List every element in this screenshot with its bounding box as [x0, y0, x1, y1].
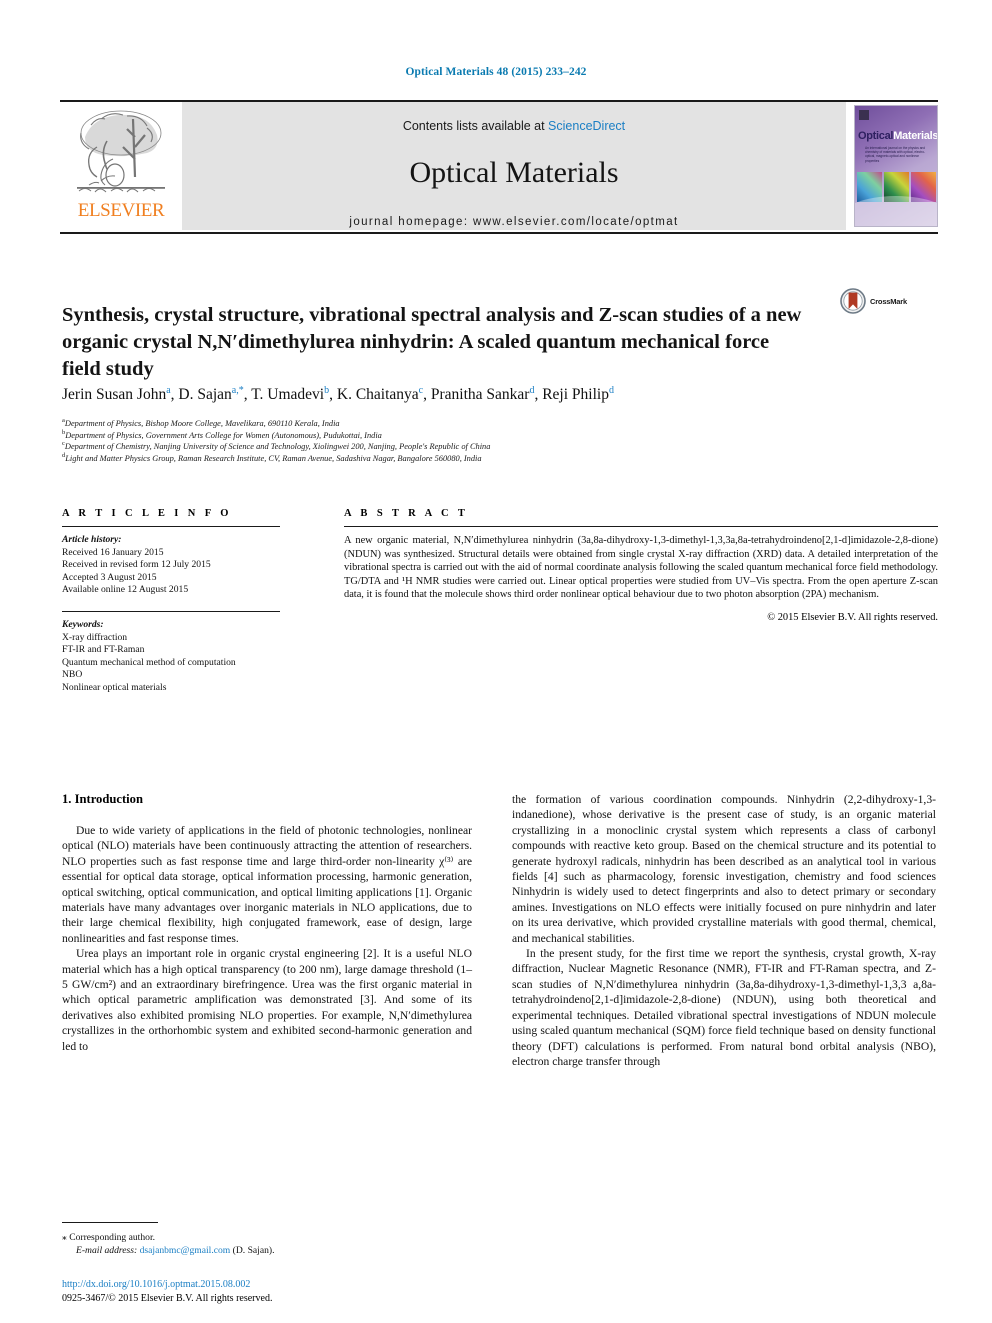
sciencedirect-link[interactable]: ScienceDirect — [548, 119, 625, 133]
body-column-right: the formation of various coordination co… — [512, 792, 936, 1069]
author-affil-mark: d — [529, 384, 535, 396]
elsevier-logo: ELSEVIER — [60, 102, 182, 230]
issn-copyright-line: 0925-3467/© 2015 Elsevier B.V. All right… — [62, 1292, 273, 1304]
author-affil-mark: d — [608, 384, 614, 396]
crossmark-icon — [840, 288, 866, 314]
keyword-item: X-ray diffraction — [62, 631, 128, 643]
keywords-block: Keywords: X-ray diffraction FT-IR and FT… — [62, 619, 280, 695]
history-item: Received in revised form 12 July 2015 — [62, 559, 211, 571]
author-item: Jerin Susan Johna — [62, 384, 171, 403]
crossmark-label: CrossMark — [870, 296, 907, 306]
keywords-label: Keywords: — [62, 618, 104, 630]
journal-cover-thumbnail[interactable]: OpticalMaterials An international journa… — [854, 105, 938, 227]
author-affil-mark: c — [418, 384, 424, 396]
author-item: Reji Philipd — [542, 384, 614, 403]
author-name: Reji Philip — [542, 386, 609, 403]
journal-masthead: ELSEVIER Contents lists available at Sci… — [60, 100, 938, 234]
email-suffix: (D. Sajan). — [232, 1245, 275, 1256]
elsevier-tree-icon — [77, 110, 165, 193]
divider — [62, 1222, 158, 1223]
elsevier-wordmark: ELSEVIER — [77, 200, 165, 221]
journal-homepage[interactable]: journal homepage: www.elsevier.com/locat… — [182, 216, 846, 228]
author-affil-mark: a — [166, 384, 171, 396]
affiliation-item: dLight and Matter Physics Group, Raman R… — [62, 452, 932, 465]
cover-subtitle: An international journal on the physics … — [865, 146, 926, 163]
affiliation-item: cDepartment of Chemistry, Nanjing Univer… — [62, 441, 932, 453]
history-item: Available online 12 August 2015 — [62, 584, 189, 596]
email-label: E-mail address: — [76, 1245, 138, 1256]
article-info-block: A R T I C L E I N F O Article history: R… — [62, 508, 280, 695]
doi-link[interactable]: http://dx.doi.org/10.1016/j.optmat.2015.… — [62, 1279, 250, 1290]
abstract-text: A new organic material, N,N′dimethylurea… — [344, 535, 938, 601]
paper-page: Optical Materials 48 (2015) 233–242 ELSE… — [0, 0, 992, 1323]
author-item: D. Sajana,* — [178, 385, 244, 403]
article-history: Article history: Received 16 January 201… — [62, 534, 280, 597]
author-affil-mark[interactable]: a,* — [232, 385, 244, 396]
affiliation-text: Department of Chemistry, Nanjing Univers… — [64, 442, 491, 452]
footnote-email-line: E-mail address: dsajanbmc@gmail.com (D. … — [62, 1244, 472, 1257]
page-title: Synthesis, crystal structure, vibrationa… — [62, 303, 802, 380]
paragraph: In the present study, for the first time… — [512, 947, 936, 1068]
journal-title: Optical Materials — [409, 156, 619, 189]
paragraph: Urea plays an important role in organic … — [62, 947, 472, 1053]
affiliation-text: Department of Physics, Government Arts C… — [65, 430, 382, 440]
corresponding-text: Corresponding author. — [69, 1232, 156, 1243]
cover-barcode-icon — [859, 110, 869, 120]
keyword-item: FT-IR and FT-Raman — [62, 644, 145, 656]
history-item: Accepted 3 August 2015 — [62, 571, 157, 583]
affiliation-item: aDepartment of Physics, Bishop Moore Col… — [62, 417, 932, 430]
author-item: Pranitha Sankard — [430, 384, 535, 403]
article-info-heading: A R T I C L E I N F O — [62, 508, 232, 519]
affiliation-list: aDepartment of Physics, Bishop Moore Col… — [62, 417, 932, 465]
paragraph: the formation of various coordination co… — [512, 793, 936, 945]
email-link[interactable]: dsajanbmc@gmail.com — [140, 1245, 231, 1256]
section-heading-introduction: 1. Introduction — [62, 792, 143, 806]
contents-line: Contents lists available at ScienceDirec… — [182, 102, 846, 133]
page-footer: http://dx.doi.org/10.1016/j.optmat.2015.… — [62, 1278, 272, 1305]
author-affil-mark: b — [324, 384, 330, 396]
paragraph: Due to wide variety of applications in t… — [62, 824, 472, 945]
affiliation-item: bDepartment of Physics, Government Arts … — [62, 429, 932, 442]
author-name: Jerin Susan John — [62, 386, 167, 403]
article-history-label: Article history: — [62, 534, 122, 545]
author-name: T. Umadevi — [251, 386, 325, 403]
contents-prefix: Contents lists available at — [402, 119, 549, 133]
crossmark-badge[interactable]: CrossMark — [840, 288, 907, 314]
abstract-heading: A B S T R A C T — [344, 508, 469, 519]
author-item: T. Umadevib — [251, 384, 330, 403]
cover-title-part1: Optical — [858, 130, 894, 142]
divider — [62, 610, 280, 612]
divider — [62, 526, 280, 527]
journal-cover-block: OpticalMaterials An international journa… — [846, 102, 938, 230]
history-item: Received 16 January 2015 — [62, 546, 164, 558]
body-column-left: 1. Introduction Due to wide variety of a… — [62, 792, 472, 1054]
keyword-item: Nonlinear optical materials — [62, 681, 167, 693]
keyword-item: Quantum mechanical method of computation — [62, 656, 236, 668]
keyword-item: NBO — [62, 669, 83, 681]
cover-wave-decoration — [855, 196, 937, 226]
footnote-line: ⁎ Corresponding author. — [62, 1231, 472, 1244]
masthead-center: Contents lists available at ScienceDirec… — [182, 102, 846, 230]
corresponding-author-footnote: ⁎ Corresponding author. E-mail address: … — [62, 1222, 472, 1257]
abstract-copyright: © 2015 Elsevier B.V. All rights reserved… — [767, 611, 938, 623]
abstract-block: A B S T R A C T A new organic material, … — [344, 508, 938, 623]
affiliation-text: Department of Physics, Bishop Moore Coll… — [64, 419, 340, 428]
divider — [344, 526, 938, 527]
author-name: Pranitha Sankar — [430, 386, 530, 403]
author-name: D. Sajan — [178, 386, 232, 403]
cover-title: OpticalMaterials — [858, 130, 938, 142]
cover-title-part2: Materials — [893, 130, 938, 142]
affiliation-text: Light and Matter Physics Group, Raman Re… — [65, 453, 482, 463]
author-item: K. Chaitanyac — [336, 384, 424, 403]
author-name: K. Chaitanya — [336, 386, 419, 403]
running-head: Optical Materials 48 (2015) 233–242 — [405, 66, 587, 78]
author-list: Jerin Susan Johna, D. Sajana,*, T. Umade… — [62, 384, 614, 403]
corresponding-mark: ⁎ — [62, 1232, 67, 1243]
